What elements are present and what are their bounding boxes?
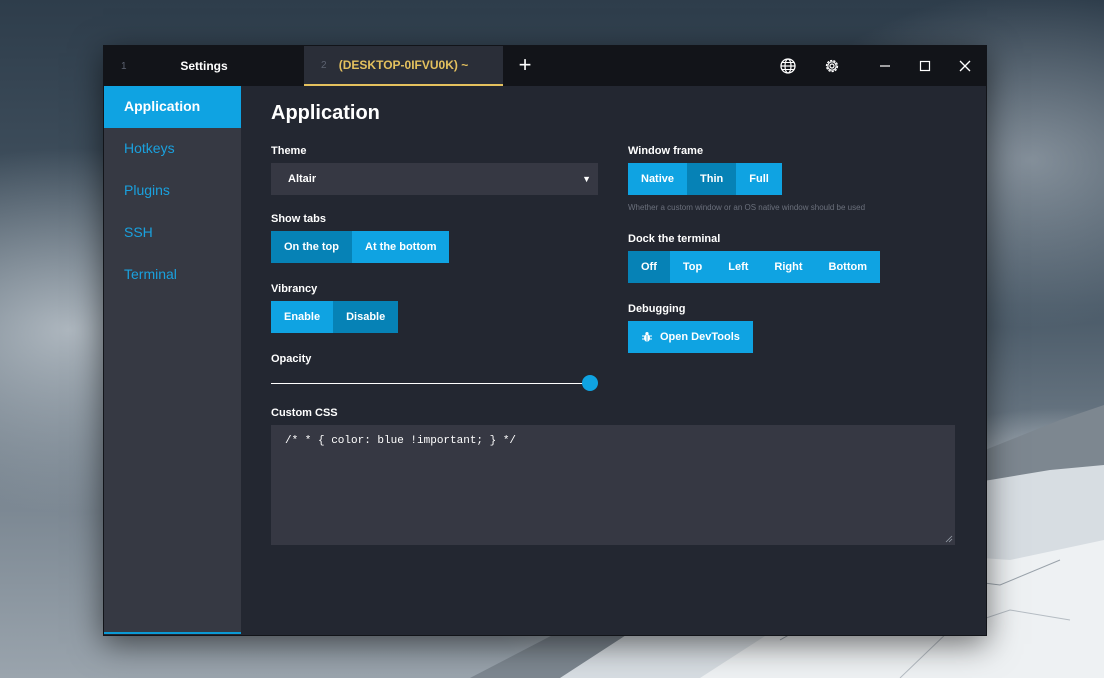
settings-sidebar: Application Hotkeys Plugins SSH Terminal [104, 86, 241, 634]
theme-value: Altair [288, 173, 317, 185]
globe-icon[interactable] [779, 57, 797, 75]
minimize-icon[interactable] [876, 57, 894, 75]
gear-icon[interactable] [823, 57, 841, 75]
title-bar: 1 Settings 2 (DESKTOP-0IFVU0K) ~ + [104, 46, 986, 86]
custom-css-label: Custom CSS [271, 407, 338, 419]
chevron-down-icon: ▼ [582, 174, 591, 184]
show-tabs-label: Show tabs [271, 213, 327, 225]
dock-top-button[interactable]: Top [669, 251, 716, 283]
show-tabs-bottom-button[interactable]: At the bottom [352, 231, 450, 263]
sidebar-item-ssh[interactable]: SSH [104, 212, 241, 254]
theme-select[interactable]: Altair ▼ [271, 163, 598, 195]
vibrancy-label: Vibrancy [271, 283, 318, 295]
vibrancy-enable-button[interactable]: Enable [271, 301, 334, 333]
opacity-slider-track[interactable] [271, 383, 586, 384]
vibrancy-group: Enable Disable [271, 301, 399, 333]
window-frame-native-button[interactable]: Native [628, 163, 688, 195]
dock-bottom-button[interactable]: Bottom [815, 251, 881, 283]
dock-left-button[interactable]: Left [715, 251, 762, 283]
bug-icon [642, 332, 652, 342]
dock-label: Dock the terminal [628, 233, 721, 245]
custom-css-value: /* * { color: blue !important; } */ [285, 435, 517, 447]
window-frame-hint: Whether a custom window or an OS native … [628, 203, 866, 212]
show-tabs-top-button[interactable]: On the top [271, 231, 352, 263]
dock-group: Off Top Left Right Bottom [628, 251, 881, 283]
add-tab-button[interactable]: + [513, 54, 537, 78]
tab-label: (DESKTOP-0IFVU0K) ~ [338, 58, 469, 72]
custom-css-textarea[interactable]: /* * { color: blue !important; } */ [271, 425, 955, 545]
sidebar-item-terminal[interactable]: Terminal [104, 254, 241, 296]
opacity-slider-thumb[interactable] [582, 375, 598, 391]
sidebar-item-plugins[interactable]: Plugins [104, 170, 241, 212]
debugging-label: Debugging [628, 303, 686, 315]
window-frame-thin-button[interactable]: Thin [687, 163, 737, 195]
resize-grip-icon[interactable] [945, 535, 953, 543]
open-devtools-label: Open DevTools [660, 331, 740, 343]
theme-label: Theme [271, 145, 307, 157]
settings-content: Application Theme Altair ▼ Show tabs On … [241, 86, 986, 635]
window-frame-group: Native Thin Full [628, 163, 782, 195]
dock-right-button[interactable]: Right [761, 251, 816, 283]
maximize-icon[interactable] [916, 57, 934, 75]
sidebar-item-application[interactable]: Application [104, 86, 241, 128]
dock-off-button[interactable]: Off [628, 251, 670, 283]
opacity-label: Opacity [271, 353, 312, 365]
tab-label: Settings [180, 59, 228, 73]
close-icon[interactable] [956, 57, 974, 75]
vibrancy-disable-button[interactable]: Disable [333, 301, 399, 333]
show-tabs-group: On the top At the bottom [271, 231, 450, 263]
sidebar-item-hotkeys[interactable]: Hotkeys [104, 128, 241, 170]
window-frame-label: Window frame [628, 145, 704, 157]
tab-settings[interactable]: 1 Settings [104, 46, 304, 86]
tabby-settings-window: 1 Settings 2 (DESKTOP-0IFVU0K) ~ + Appli… [103, 45, 987, 636]
window-frame-full-button[interactable]: Full [736, 163, 782, 195]
debugging-group: Open DevTools [628, 321, 753, 353]
tab-number: 2 [321, 59, 327, 71]
page-title: Application [271, 102, 380, 124]
tab-terminal[interactable]: 2 (DESKTOP-0IFVU0K) ~ [304, 46, 503, 86]
open-devtools-button[interactable]: Open DevTools [628, 321, 753, 353]
tab-number: 1 [121, 60, 127, 72]
